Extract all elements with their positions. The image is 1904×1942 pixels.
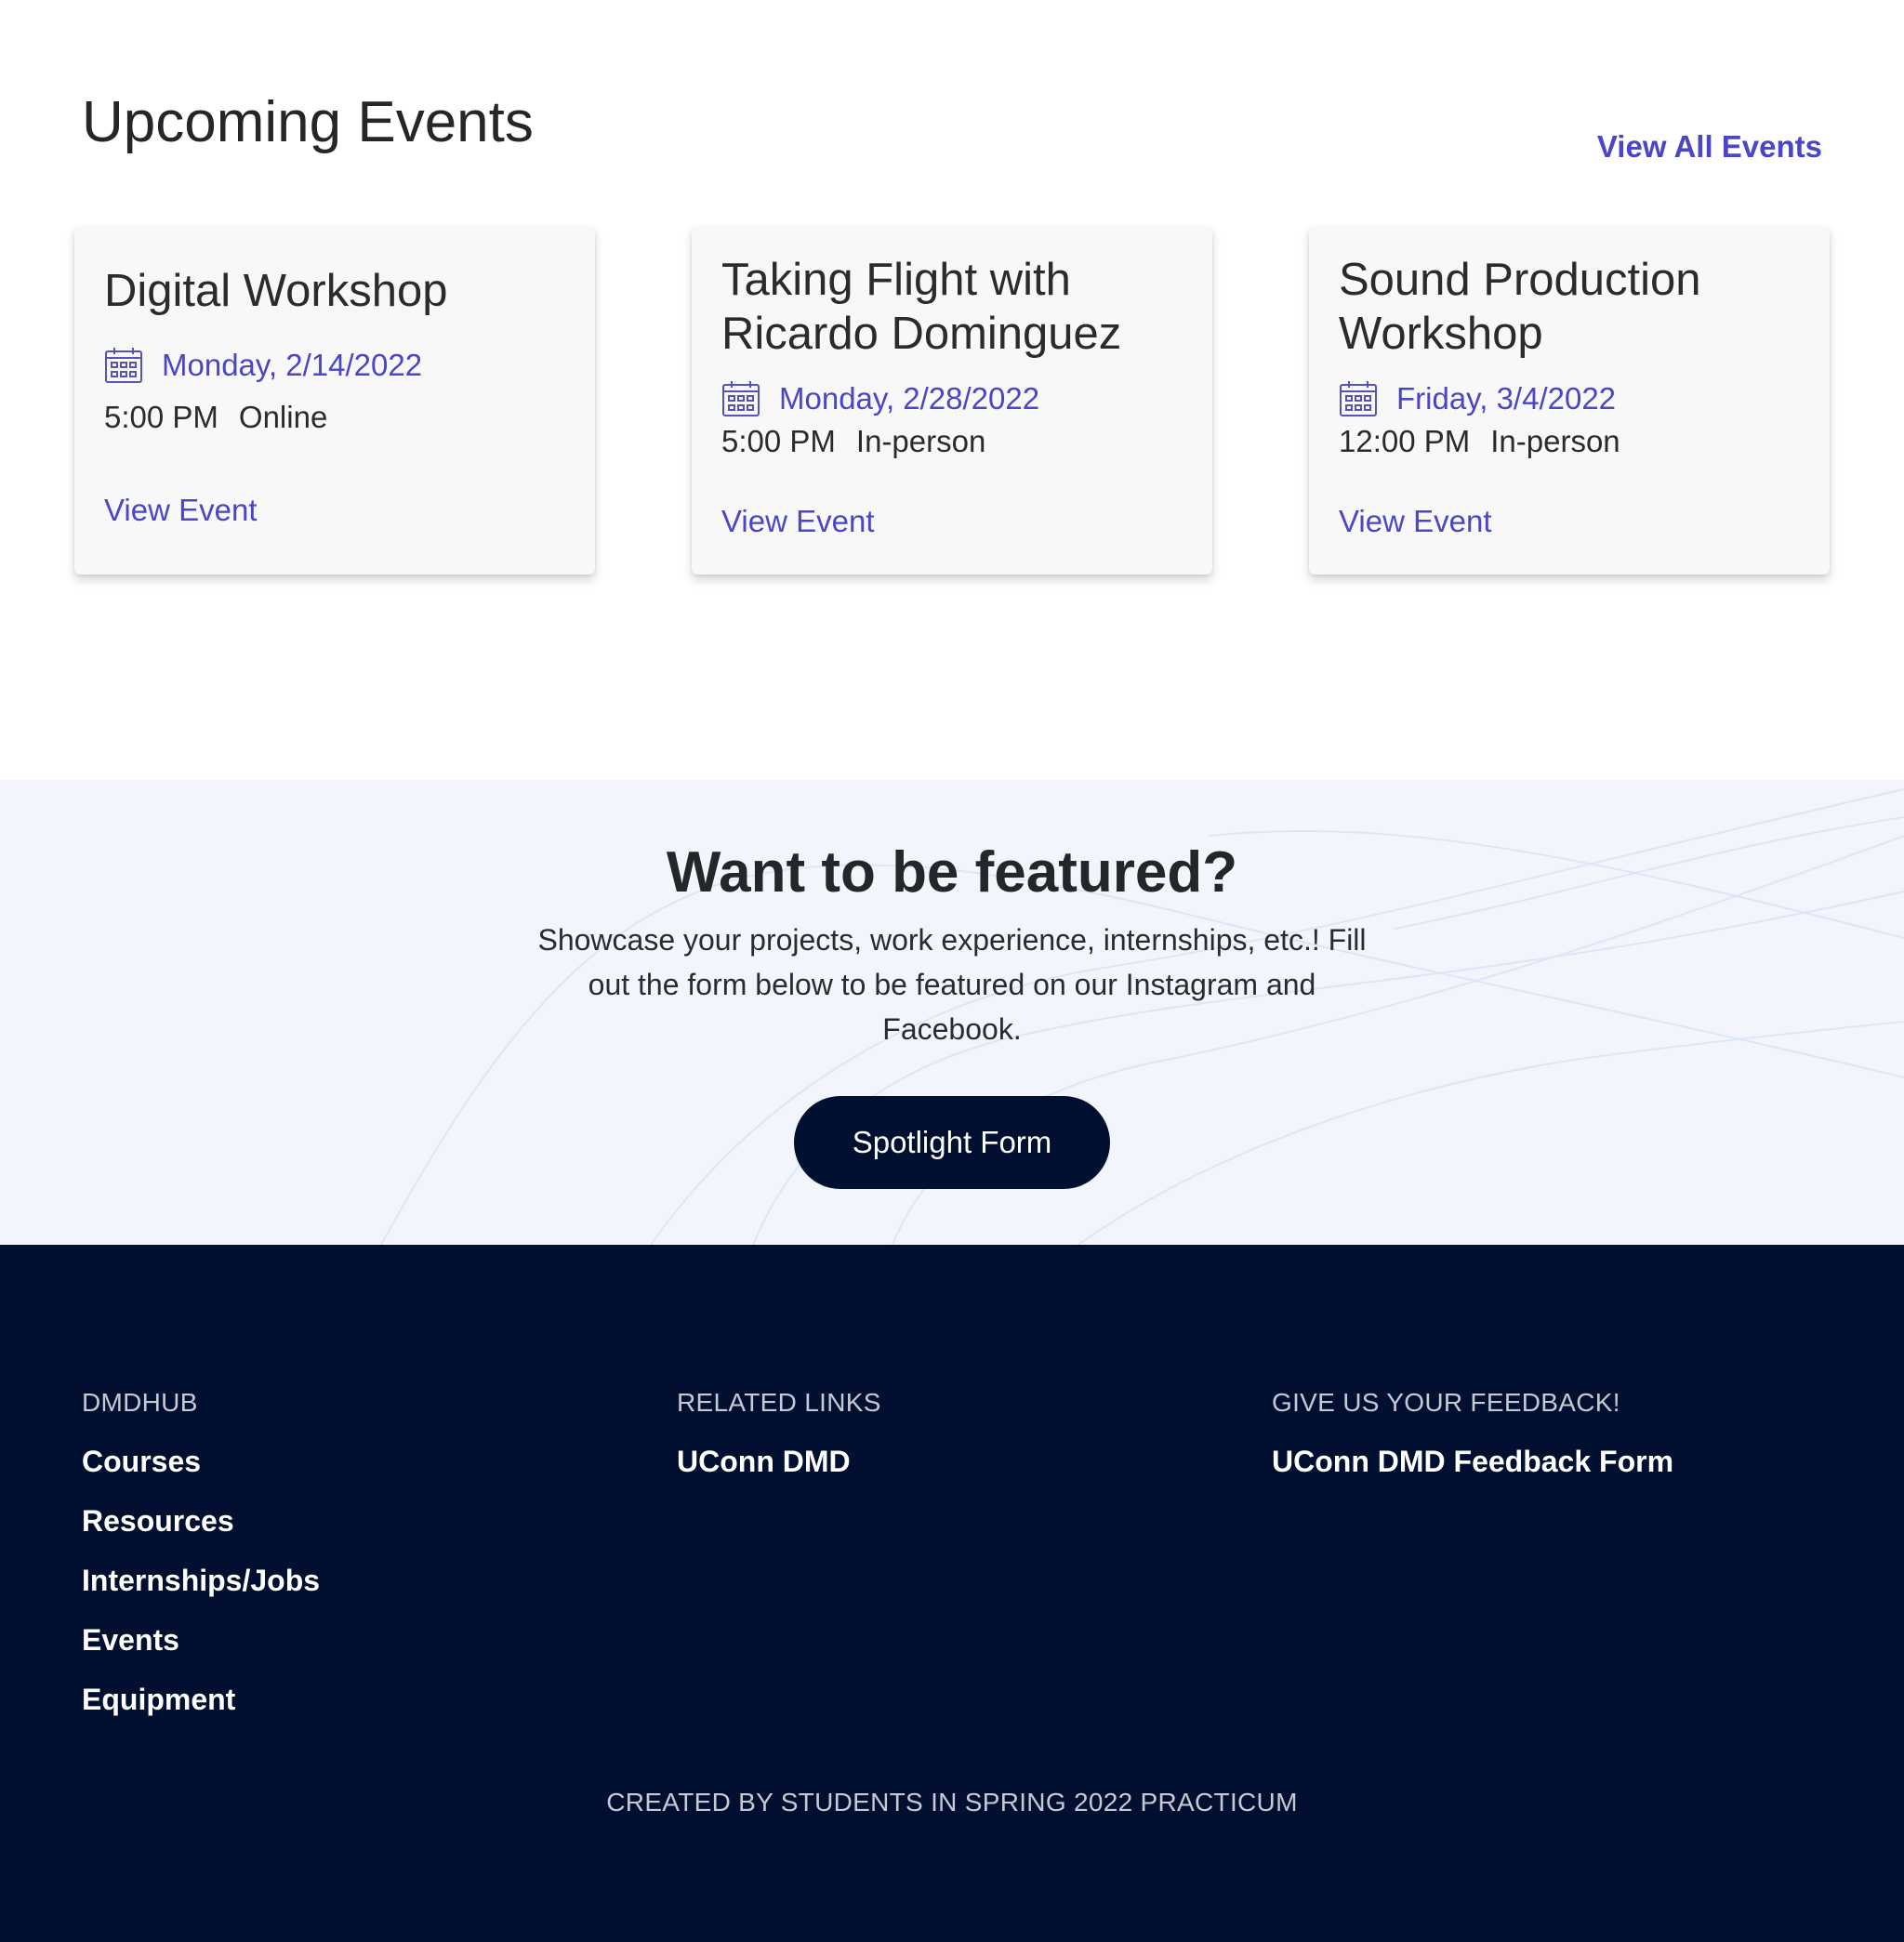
event-meta: 5:00 PM Online [104,398,327,437]
event-title: Sound Production Workshop [1339,255,1701,359]
footer-column-feedback: GIVE US YOUR FEEDBACK! UConn DMD Feedbac… [1272,1386,1673,1503]
footer-link-equipment[interactable]: Equipment [82,1682,320,1717]
featured-heading: Want to be featured? [666,840,1238,905]
event-location: In-person [855,424,986,458]
event-title: Taking Flight with Ricardo Dominguez [721,255,1122,359]
footer-link-events[interactable]: Events [82,1622,320,1658]
view-event-link[interactable]: View Event [721,502,874,541]
calendar-icon [721,380,760,417]
event-location: In-person [1490,424,1620,458]
site-footer: DMDHUB Courses Resources Internships/Job… [0,1245,1904,1942]
footer-column-dmdhub: DMDHUB Courses Resources Internships/Job… [82,1386,320,1741]
event-time: 5:00 PM [104,400,218,434]
event-location: Online [238,400,328,434]
event-card: Digital Workshop Monday, 2/14/2022 5:00 … [74,227,595,575]
footer-link-uconn-dmd[interactable]: UConn DMD [677,1444,881,1479]
footer-credit: CREATED BY STUDENTS IN SPRING 2022 PRACT… [606,1788,1298,1816]
footer-link-feedback-form[interactable]: UConn DMD Feedback Form [1272,1444,1673,1479]
upcoming-events-section: Upcoming Events View All Events Digital … [0,0,1904,780]
calendar-icon [1339,380,1378,417]
event-date: Monday, 2/28/2022 [779,381,1040,416]
event-meta: 5:00 PM In-person [721,422,985,461]
footer-link-courses[interactable]: Courses [82,1444,320,1479]
event-card: Taking Flight with Ricardo Dominguez Mon… [692,227,1212,575]
event-time: 5:00 PM [721,424,836,458]
event-date-row: Monday, 2/28/2022 [721,379,1039,418]
event-date-row: Friday, 3/4/2022 [1339,379,1616,418]
view-all-events-link[interactable]: View All Events [1597,126,1822,167]
footer-column-related-links: RELATED LINKS UConn DMD [677,1386,881,1503]
footer-heading: DMDHUB [82,1388,198,1417]
featured-description: Showcase your projects, work experience,… [537,923,1367,1046]
event-time: 12:00 PM [1339,424,1471,458]
calendar-icon [104,347,143,384]
footer-link-resources[interactable]: Resources [82,1503,320,1539]
footer-heading: RELATED LINKS [677,1388,881,1417]
event-card: Sound Production Workshop Friday, 3/4/20… [1309,227,1830,575]
event-date: Friday, 3/4/2022 [1396,381,1617,416]
event-meta: 12:00 PM In-person [1339,422,1620,461]
event-date-row: Monday, 2/14/2022 [104,346,422,385]
event-title: Digital Workshop [104,266,448,316]
event-date: Monday, 2/14/2022 [162,348,423,382]
footer-heading: GIVE US YOUR FEEDBACK! [1272,1388,1620,1417]
footer-link-internships-jobs[interactable]: Internships/Jobs [82,1563,320,1598]
view-event-link[interactable]: View Event [104,491,257,530]
view-event-link[interactable]: View Event [1339,502,1491,541]
spotlight-form-button[interactable]: Spotlight Form [794,1096,1110,1189]
featured-section: Want to be featured? Showcase your proje… [0,780,1904,1245]
events-heading: Upcoming Events [82,90,534,154]
